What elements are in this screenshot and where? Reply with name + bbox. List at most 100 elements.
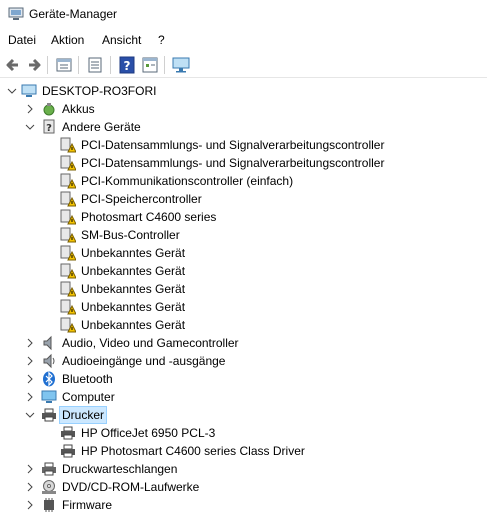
warning-device-icon xyxy=(60,209,76,225)
tree-item-device[interactable]: PCI-Kommunikationscontroller (einfach) xyxy=(0,172,487,190)
tree-item-device[interactable]: Unbekanntes Gerät xyxy=(0,280,487,298)
tree-item-device[interactable]: PCI-Datensammlungs- und Signalverarbeitu… xyxy=(0,136,487,154)
printer-icon xyxy=(61,426,75,440)
tree-item-printer[interactable]: HP Photosmart C4600 series Class Driver xyxy=(0,442,487,460)
tree-item-device[interactable]: SM-Bus-Controller xyxy=(0,226,487,244)
help-icon[interactable]: ? xyxy=(117,55,137,75)
tree-item-printer[interactable]: HP OfficeJet 6950 PCL-3 xyxy=(0,424,487,442)
chevron-right-icon[interactable] xyxy=(25,355,35,367)
tree-item-device[interactable]: Unbekanntes Gerät xyxy=(0,244,487,262)
tree-item-akkus[interactable]: Akkus xyxy=(0,100,487,118)
unknown-device-icon: ? xyxy=(43,119,55,134)
tree-item-andere-geraete[interactable]: ? Andere Geräte xyxy=(0,118,487,136)
monitor-icon[interactable] xyxy=(171,55,191,75)
warning-device-icon xyxy=(60,173,76,189)
menu-aktion[interactable]: Aktion xyxy=(51,33,84,47)
tree-label-audio-video: Audio, Video und Gamecontroller xyxy=(62,336,239,350)
tree-label-audio-io: Audioeingänge und -ausgänge xyxy=(62,354,226,368)
tree-label-device: Unbekanntes Gerät xyxy=(81,300,186,314)
tree-label-druckwarteschlangen: Druckwarteschlangen xyxy=(62,462,178,476)
toolbar-separator xyxy=(110,56,111,74)
chevron-right-icon[interactable] xyxy=(25,499,35,511)
warning-device-icon xyxy=(60,317,76,333)
view-icon[interactable] xyxy=(85,55,105,75)
chevron-down-icon[interactable] xyxy=(25,409,35,421)
tree-item-audio-video[interactable]: Audio, Video und Gamecontroller xyxy=(0,334,487,352)
warning-device-icon xyxy=(60,299,76,315)
tree-label-device: Photosmart C4600 series xyxy=(81,210,217,224)
tree-label-device: PCI-Speichercontroller xyxy=(81,192,202,206)
tree-item-computer[interactable]: Computer xyxy=(0,388,487,406)
tree-label-device: Unbekanntes Gerät xyxy=(81,318,186,332)
warning-device-icon xyxy=(60,245,76,261)
svg-text:?: ? xyxy=(124,59,131,73)
tree-label-firmware: Firmware xyxy=(62,498,112,512)
warning-device-icon xyxy=(60,281,76,297)
tree-item-bluetooth[interactable]: Bluetooth xyxy=(0,370,487,388)
speaker-icon xyxy=(43,335,52,351)
bluetooth-icon xyxy=(43,371,55,387)
tree-label-dvd: DVD/CD-ROM-Laufwerke xyxy=(62,480,200,494)
tree-label-root: DESKTOP-RO3FORI xyxy=(42,84,157,98)
forward-icon[interactable] xyxy=(24,55,44,75)
tree-label-printer: HP Photosmart C4600 series Class Driver xyxy=(81,444,305,458)
tree-item-device[interactable]: Photosmart C4600 series xyxy=(0,208,487,226)
properties-icon[interactable] xyxy=(54,55,74,75)
title-bar: Geräte-Manager xyxy=(0,0,487,28)
chevron-right-icon[interactable] xyxy=(25,391,35,403)
tree-root[interactable]: DESKTOP-RO3FORI xyxy=(0,82,487,100)
toolbar: ? xyxy=(0,52,487,78)
back-icon[interactable] xyxy=(3,55,23,75)
menu-ansicht[interactable]: Ansicht xyxy=(102,33,141,47)
chevron-right-icon[interactable] xyxy=(25,373,35,385)
tree-label-device: PCI-Kommunikationscontroller (einfach) xyxy=(81,174,294,188)
tree-item-druckwarteschlangen[interactable]: Druckwarteschlangen xyxy=(0,460,487,478)
tree-item-device[interactable]: Unbekanntes Gerät xyxy=(0,262,487,280)
tree-item-device[interactable]: PCI-Speichercontroller xyxy=(0,190,487,208)
menu-help[interactable]: ? xyxy=(158,33,165,47)
tree-item-firmware[interactable]: Firmware xyxy=(0,496,487,514)
tree-item-device[interactable]: Unbekanntes Gerät xyxy=(0,298,487,316)
toolbar-separator xyxy=(164,56,165,74)
battery-icon xyxy=(43,103,55,116)
printer-icon xyxy=(42,408,56,422)
chevron-down-icon[interactable] xyxy=(7,85,17,97)
audio-io-icon xyxy=(43,353,55,369)
tree-label-computer: Computer xyxy=(62,390,115,404)
warning-device-icon xyxy=(60,155,76,171)
tree-item-device[interactable]: PCI-Datensammlungs- und Signalverarbeitu… xyxy=(0,154,487,172)
printer-icon xyxy=(61,444,75,458)
warning-device-icon xyxy=(60,227,76,243)
tree-label-printer: HP OfficeJet 6950 PCL-3 xyxy=(81,426,216,440)
chevron-right-icon[interactable] xyxy=(25,337,35,349)
toolbar-separator xyxy=(47,56,48,74)
print-queue-icon xyxy=(42,462,56,476)
computer-icon xyxy=(21,84,37,97)
chevron-right-icon[interactable] xyxy=(25,463,35,475)
tree-label-device: Unbekanntes Gerät xyxy=(81,282,186,296)
window-title: Geräte-Manager xyxy=(29,7,118,21)
menu-datei[interactable]: Datei xyxy=(8,33,36,47)
tree-label-bluetooth: Bluetooth xyxy=(62,372,113,386)
tree-label-device: Unbekanntes Gerät xyxy=(81,264,186,278)
toolbar-separator xyxy=(78,56,79,74)
warning-device-icon xyxy=(60,137,76,153)
view2-icon[interactable] xyxy=(140,55,160,75)
warning-device-icon xyxy=(60,191,76,207)
svg-text:?: ? xyxy=(46,123,52,134)
chevron-right-icon[interactable] xyxy=(25,103,35,115)
tree-label-device: PCI-Datensammlungs- und Signalverarbeitu… xyxy=(81,138,385,152)
tree-item-drucker[interactable]: Drucker xyxy=(0,406,487,424)
tree-label-akkus: Akkus xyxy=(62,102,95,116)
chevron-right-icon[interactable] xyxy=(25,481,35,493)
dvd-drive-icon xyxy=(42,480,56,494)
chevron-down-icon[interactable] xyxy=(25,121,35,133)
tree-label-andere-geraete: Andere Geräte xyxy=(62,120,141,134)
tree-item-dvd[interactable]: DVD/CD-ROM-Laufwerke xyxy=(0,478,487,496)
tree-label-device: PCI-Datensammlungs- und Signalverarbeitu… xyxy=(81,156,385,170)
tree-item-device[interactable]: Unbekanntes Gerät xyxy=(0,316,487,334)
tree-label-drucker: Drucker xyxy=(58,406,108,424)
device-manager-icon xyxy=(8,7,24,20)
menu-bar: Datei Aktion Ansicht ? xyxy=(0,30,487,50)
tree-item-audio-io[interactable]: Audioeingänge und -ausgänge xyxy=(0,352,487,370)
